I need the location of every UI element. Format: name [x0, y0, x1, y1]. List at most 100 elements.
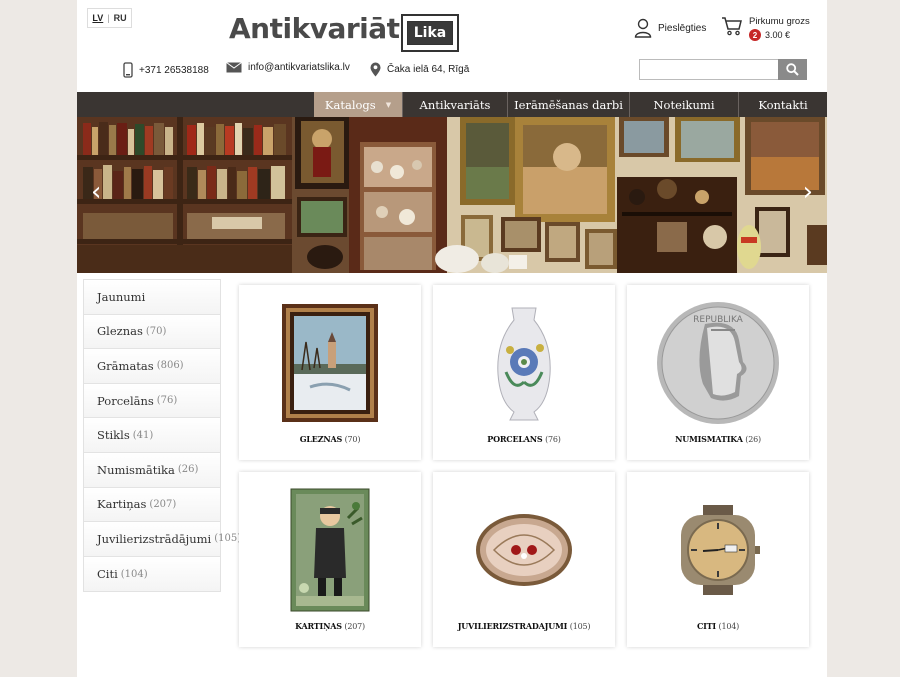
mail-icon — [226, 62, 242, 73]
address-contact: Čaka ielā 64, Rīgā — [370, 62, 469, 77]
sidebar-item-label: Porcelāns — [97, 393, 154, 408]
nav-item-antikvariats[interactable]: Antikvariāts — [402, 92, 507, 117]
watch-image — [627, 480, 809, 620]
lang-separator: | — [107, 13, 110, 23]
logo-badge-text: Lika — [407, 21, 453, 45]
category-label: KARTIŅAS — [295, 621, 342, 631]
cart-label: Pirkumu grozs — [749, 16, 810, 27]
sidebar-item-jaunumi[interactable]: Jaunumi — [84, 280, 220, 315]
category-caption: NUMISMATIKA (26) — [627, 434, 809, 444]
sidebar-item-count: (26) — [177, 464, 199, 476]
sidebar-item-gleznas[interactable]: Gleznas (70) — [84, 314, 220, 350]
svg-text:REPUBLIKA: REPUBLIKA — [693, 315, 744, 325]
postcard-image — [239, 480, 421, 620]
banner-image — [77, 117, 827, 273]
sidebar-item-label: Gleznas — [97, 324, 143, 339]
cart-info: Pirkumu grozs 2 3.00 € — [749, 16, 810, 41]
nav-item-ieramesanas-darbi[interactable]: Ierāmēšanas darbi — [507, 92, 629, 117]
slider-prev-arrow[interactable]: ‹ — [91, 177, 101, 207]
sidebar-item-gramatas[interactable]: Grāmatas (806) — [84, 349, 220, 384]
nav-label: Antikvariāts — [419, 97, 491, 112]
category-card-gleznas[interactable]: GLEZNAS (70) — [239, 285, 421, 460]
nav-label: Kontakti — [758, 97, 808, 112]
cart-total: 3.00 € — [765, 30, 791, 40]
email-address[interactable]: info@antikvariatslika.lv — [248, 62, 350, 73]
category-label: PORCELANS — [487, 434, 543, 444]
page-container: LV | RU Antikvariāts Lika Pieslēgties Pi… — [77, 0, 827, 677]
logo-badge[interactable]: Lika — [401, 14, 459, 52]
category-caption: CITI (104) — [627, 621, 809, 631]
sidebar-item-label: Jaunumi — [97, 289, 146, 304]
lang-lv-link[interactable]: LV — [92, 13, 103, 23]
category-count: (70) — [344, 435, 361, 444]
login-label: Pieslēgties — [658, 22, 707, 34]
search-icon — [786, 63, 799, 76]
phone-contact: +371 26538188 — [123, 62, 209, 78]
location-pin-icon — [370, 62, 381, 77]
sidebar-item-label: Stikls — [97, 428, 130, 443]
sidebar-item-label: Juvilierizstrādājumi — [97, 531, 212, 546]
nav-label: Katalogs — [324, 97, 376, 112]
sidebar-item-count: (41) — [132, 429, 154, 441]
category-count: (76) — [545, 435, 561, 444]
vase-image — [433, 293, 615, 433]
category-count: (207) — [344, 622, 365, 631]
email-contact: info@antikvariatslika.lv — [226, 62, 350, 73]
sidebar-item-numismatika[interactable]: Numismātika (26) — [84, 452, 220, 488]
cart-icon — [722, 17, 742, 36]
sidebar-item-count: (104) — [120, 568, 148, 580]
phone-icon — [123, 62, 133, 78]
category-label: NUMISMATIKA — [675, 434, 743, 444]
category-card-kartinas[interactable]: KARTIŅAS (207) — [239, 472, 421, 647]
nav-item-kontakti[interactable]: Kontakti — [738, 92, 827, 117]
cart-widget[interactable]: Pirkumu grozs 2 3.00 € — [721, 16, 810, 41]
logo-text[interactable]: Antikvariāts — [229, 12, 416, 45]
category-card-numismatika[interactable]: REPUBLIKA NUMISMATIKA (26) — [627, 285, 809, 460]
category-caption: PORCELANS (76) — [433, 434, 615, 444]
category-count: (104) — [718, 622, 740, 631]
login-link[interactable]: Pieslēgties — [634, 18, 706, 38]
sidebar-item-count: (70) — [145, 325, 167, 337]
sidebar-item-citi[interactable]: Citi (104) — [84, 556, 220, 592]
sidebar-item-count: (806) — [156, 360, 184, 372]
sidebar-item-label: Grāmatas — [97, 358, 154, 373]
search-input[interactable] — [639, 59, 778, 80]
painting-image — [239, 293, 421, 433]
category-count: (26) — [745, 435, 761, 444]
category-sidebar: Jaunumi Gleznas (70) Grāmatas (806) Porcel… — [83, 279, 241, 593]
sidebar-item-juvilierizstradajumi[interactable]: Juvilierizstrādājumi (105) — [84, 522, 241, 557]
category-caption: GLEZNAS (70) — [239, 434, 421, 444]
sidebar-item-label: Citi — [97, 567, 118, 582]
category-card-juvilierizstradajumi[interactable]: JUVILIERIZSTRADAJUMI (105) — [433, 472, 615, 647]
nav-item-noteikumi[interactable]: Noteikumi — [629, 92, 738, 117]
category-card-porcelans[interactable]: PORCELANS (76) — [433, 285, 615, 460]
brooch-image — [433, 480, 615, 620]
slider-next-arrow[interactable]: › — [803, 177, 813, 207]
nav-item-katalogs[interactable]: Katalogs ▼ — [314, 92, 402, 117]
phone-number[interactable]: +371 26538188 — [139, 65, 209, 76]
language-switcher: LV | RU — [87, 8, 132, 28]
coin-image: REPUBLIKA — [627, 293, 809, 433]
sidebar-item-stikls[interactable]: Stikls (41) — [84, 418, 220, 453]
lang-ru-link[interactable]: RU — [114, 13, 127, 23]
search-bar — [639, 59, 807, 80]
caret-down-icon: ▼ — [385, 100, 392, 109]
sidebar-item-count: (76) — [156, 395, 178, 407]
hero-banner-slider: ‹ › — [77, 117, 827, 273]
nav-label: Noteikumi — [653, 97, 715, 112]
sidebar-item-label: Kartiņas — [97, 497, 147, 512]
category-card-citi[interactable]: CITI (104) — [627, 472, 809, 647]
category-label: GLEZNAS — [299, 434, 343, 444]
address-text: Čaka ielā 64, Rīgā — [387, 64, 470, 75]
main-navigation: Katalogs ▼ Antikvariāts Ierāmēšanas darb… — [77, 92, 827, 117]
sidebar-item-porcelans[interactable]: Porcelāns (76) — [84, 383, 220, 419]
category-label: CITI — [696, 621, 716, 631]
category-caption: JUVILIERIZSTRADAJUMI (105) — [433, 621, 615, 631]
sidebar-item-kartinas[interactable]: Kartiņas (207) — [84, 487, 220, 523]
sidebar-item-count: (105) — [214, 533, 242, 545]
search-button[interactable] — [778, 59, 807, 80]
category-caption: KARTIŅAS (207) — [239, 621, 421, 631]
nav-label: Ierāmēšanas darbi — [514, 97, 623, 112]
sidebar-item-label: Numismātika — [97, 462, 175, 477]
